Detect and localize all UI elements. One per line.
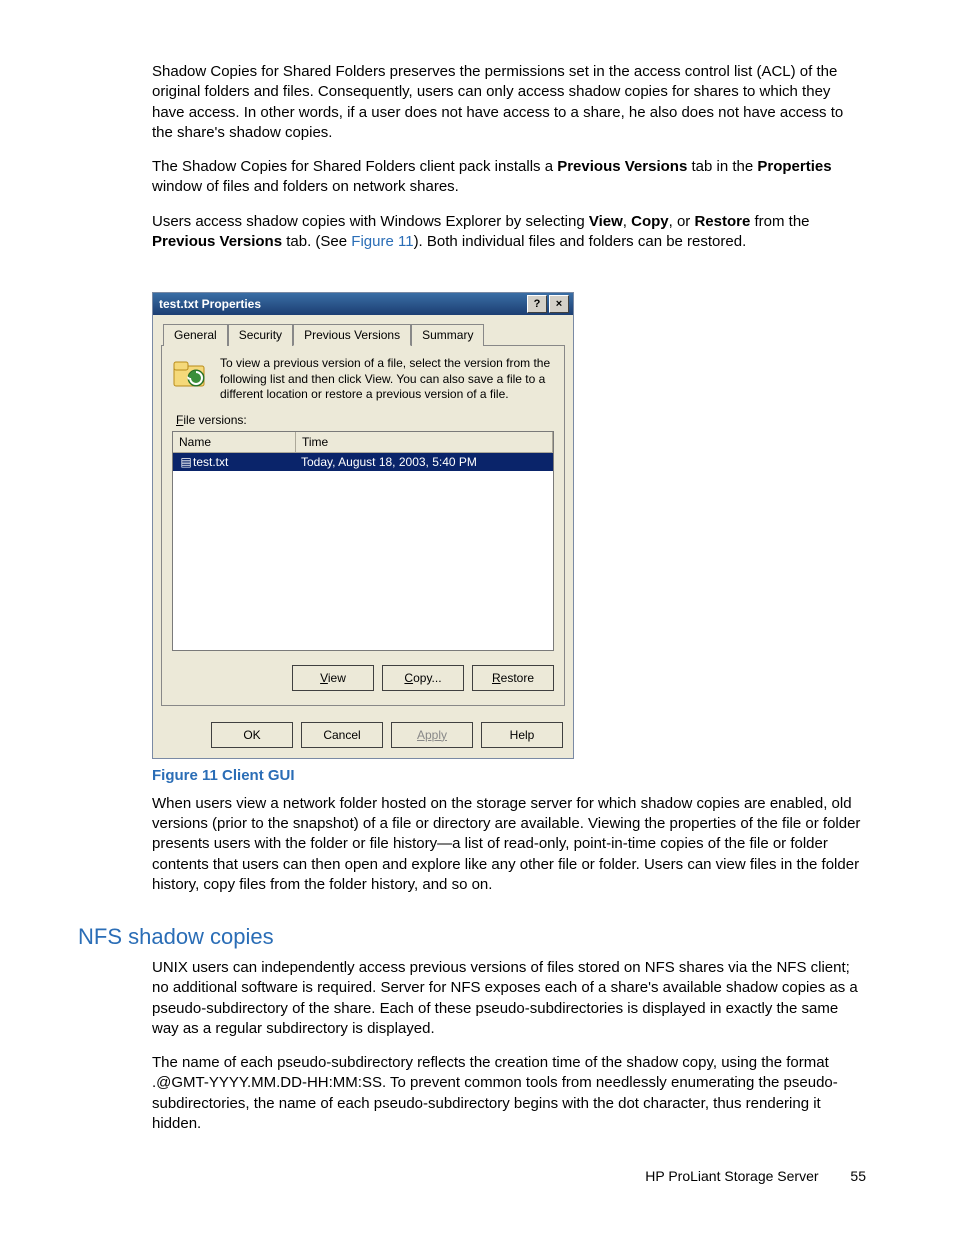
text-bold: View bbox=[589, 213, 623, 230]
paragraph-3: Users access shadow copies with Windows … bbox=[152, 212, 864, 253]
text-bold: Previous Versions bbox=[557, 158, 687, 175]
view-button[interactable]: View bbox=[292, 665, 374, 691]
tab-security[interactable]: Security bbox=[228, 324, 293, 346]
title-bar: test.txt Properties ? × bbox=[153, 293, 573, 315]
close-button[interactable]: × bbox=[549, 295, 569, 313]
help-button[interactable]: Help bbox=[481, 722, 563, 748]
text: Users access shadow copies with Windows … bbox=[152, 213, 589, 230]
tab-summary[interactable]: Summary bbox=[411, 324, 484, 346]
list-row[interactable]: ▤test.txt Today, August 18, 2003, 5:40 P… bbox=[173, 453, 553, 471]
description-text: To view a previous version of a file, se… bbox=[220, 356, 554, 403]
nfs-paragraph-1: UNIX users can independently access prev… bbox=[152, 958, 864, 1039]
paragraph-2: The Shadow Copies for Shared Folders cli… bbox=[152, 157, 864, 198]
heading-nfs-shadow-copies: NFS shadow copies bbox=[78, 924, 274, 950]
page-number: 55 bbox=[850, 1168, 866, 1184]
tab-panel: To view a previous version of a file, se… bbox=[161, 345, 565, 706]
copy-button[interactable]: Copy... bbox=[382, 665, 464, 691]
cell-time: Today, August 18, 2003, 5:40 PM bbox=[295, 453, 553, 471]
file-versions-label: File versions: bbox=[176, 413, 554, 427]
text: from the bbox=[750, 213, 809, 230]
restore-button[interactable]: Restore bbox=[472, 665, 554, 691]
help-button[interactable]: ? bbox=[527, 295, 547, 313]
tab-strip: General Security Previous Versions Summa… bbox=[153, 315, 573, 345]
apply-button[interactable]: Apply bbox=[391, 722, 473, 748]
cell-name: test.txt bbox=[193, 455, 228, 469]
text: , bbox=[623, 213, 631, 230]
cancel-button[interactable]: Cancel bbox=[301, 722, 383, 748]
column-name[interactable]: Name bbox=[173, 432, 296, 452]
text-bold: Previous Versions bbox=[152, 233, 282, 250]
file-icon: ▤ bbox=[179, 455, 193, 469]
text: ). Both individual files and folders can… bbox=[414, 233, 747, 250]
folder-history-icon bbox=[172, 356, 208, 392]
figure-link[interactable]: Figure 11 bbox=[351, 233, 413, 250]
text: The Shadow Copies for Shared Folders cli… bbox=[152, 158, 557, 175]
footer-label: HP ProLiant Storage Server bbox=[645, 1168, 818, 1184]
ok-button[interactable]: OK bbox=[211, 722, 293, 748]
page-footer: HP ProLiant Storage Server 55 bbox=[645, 1168, 866, 1184]
nfs-paragraph-2: The name of each pseudo-subdirectory ref… bbox=[152, 1053, 864, 1134]
text-bold: Properties bbox=[757, 158, 831, 175]
paragraph-1: Shadow Copies for Shared Folders preserv… bbox=[152, 62, 864, 143]
file-versions-list[interactable]: Name Time ▤test.txt Today, August 18, 20… bbox=[172, 431, 554, 651]
text: , or bbox=[669, 213, 695, 230]
text-bold: Restore bbox=[694, 213, 750, 230]
tab-previous-versions[interactable]: Previous Versions bbox=[293, 324, 411, 346]
text: tab in the bbox=[687, 158, 757, 175]
list-header: Name Time bbox=[173, 432, 553, 453]
text: tab. (See bbox=[282, 233, 351, 250]
window-title: test.txt Properties bbox=[159, 297, 261, 311]
paragraph-4: When users view a network folder hosted … bbox=[152, 794, 864, 895]
column-time[interactable]: Time bbox=[296, 432, 553, 452]
properties-dialog: test.txt Properties ? × General Security… bbox=[152, 292, 574, 759]
text-bold: Copy bbox=[631, 213, 669, 230]
figure-caption: Figure 11 Client GUI bbox=[152, 767, 864, 784]
tab-general[interactable]: General bbox=[163, 324, 228, 346]
text: window of files and folders on network s… bbox=[152, 178, 459, 195]
